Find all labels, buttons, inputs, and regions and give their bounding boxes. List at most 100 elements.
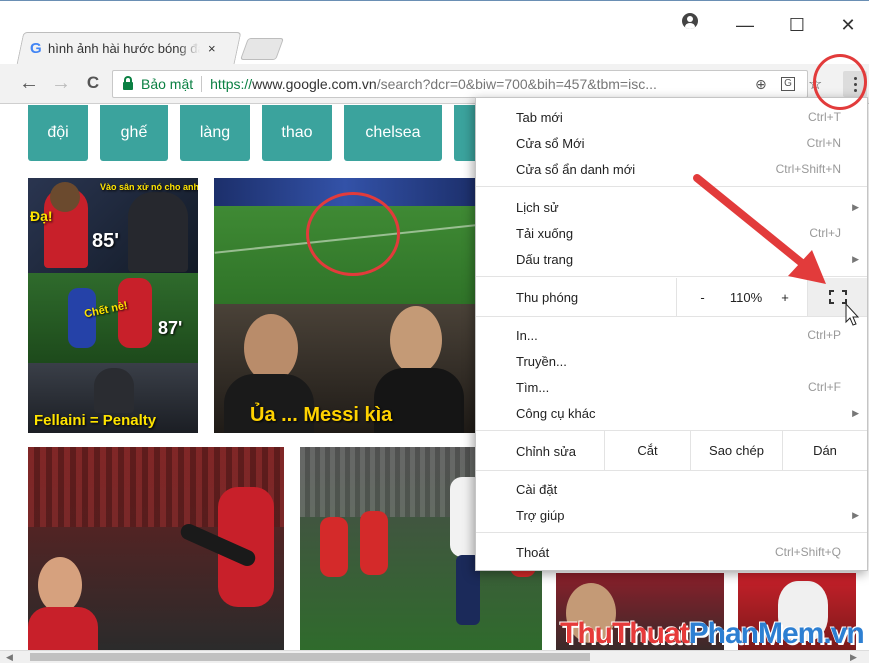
- menu-item-label: Công cụ khác: [516, 405, 596, 421]
- url-path: /search?dcr=0&biw=700&bih=457&tbm=isc...: [376, 76, 657, 92]
- menu-item-label: Dấu trang: [516, 251, 574, 267]
- menu-item-label: Lịch sử: [516, 199, 559, 215]
- menu-item-new-tab[interactable]: Tab mới Ctrl+T: [476, 104, 867, 130]
- lock-icon: [123, 76, 133, 90]
- secure-label[interactable]: Bảo mật: [141, 76, 193, 92]
- scroll-right-icon[interactable]: ▶: [850, 651, 857, 663]
- image-result[interactable]: Ủa ... Messi kìa: [214, 178, 476, 433]
- paste-label: Dán: [813, 442, 837, 458]
- zoom-in-label: +: [781, 289, 789, 305]
- menu-item-shortcut: Ctrl+T: [808, 110, 841, 124]
- meme-caption: Đạ!: [30, 208, 53, 224]
- fullscreen-button[interactable]: [807, 278, 867, 316]
- menu-item-label: Cửa sổ Mới: [516, 135, 585, 151]
- menu-zoom-row: Thu phóng - 110% +: [476, 278, 867, 316]
- menu-item-bookmarks[interactable]: Dấu trang ▶: [476, 246, 867, 272]
- meme-caption: 87': [158, 318, 183, 338]
- menu-item-label: In...: [516, 327, 538, 343]
- menu-item-label: Cửa sổ ẩn danh mới: [516, 161, 636, 177]
- tab-title: hình ảnh hài hước bóng đá: [48, 40, 200, 56]
- menu-item-find[interactable]: Tìm... Ctrl+F: [476, 374, 867, 400]
- menu-item-incognito-window[interactable]: Cửa sổ ẩn danh mới Ctrl+Shift+N: [476, 156, 867, 182]
- menu-edit-row: Chỉnh sửa Cắt Sao chép Dán: [476, 430, 867, 470]
- meme-caption: Fellaini = Penalty: [34, 412, 157, 429]
- meme-caption: Ủa ... Messi kìa: [250, 404, 393, 426]
- menu-separator: [476, 276, 867, 277]
- submenu-arrow-icon: ▶: [852, 407, 859, 418]
- menu-item-label: Cài đặt: [516, 481, 558, 497]
- menu-item-shortcut: Ctrl+Shift+Q: [774, 545, 841, 559]
- translate-icon[interactable]: G: [781, 77, 795, 91]
- submenu-arrow-icon: ▶: [852, 509, 859, 520]
- reload-button[interactable]: C: [82, 72, 104, 94]
- menu-item-shortcut: Ctrl+F: [808, 380, 841, 394]
- back-button[interactable]: ←: [18, 72, 40, 94]
- scroll-left-icon[interactable]: ◀: [6, 651, 13, 663]
- copy-label: Sao chép: [709, 442, 764, 458]
- image-result[interactable]: [28, 447, 284, 650]
- menu-separator: [476, 532, 867, 533]
- close-window-button[interactable]: ✕: [836, 15, 860, 36]
- menu-item-label: Tải xuống: [516, 225, 574, 241]
- address-separator: [201, 76, 203, 92]
- minimize-button[interactable]: —: [733, 15, 757, 36]
- menu-item-shortcut: Ctrl+J: [809, 226, 841, 240]
- watermark-logo: ThuThuatPhanMem.vn: [560, 617, 865, 650]
- scrollbar-thumb[interactable]: [30, 653, 590, 661]
- address-bar[interactable]: Bảo mật https://www.google.com.vn/search…: [112, 70, 822, 98]
- copy-button[interactable]: Sao chép: [690, 430, 782, 470]
- url-scheme: https://: [210, 76, 253, 92]
- menu-item-shortcut: Ctrl+Shift+N: [775, 162, 841, 176]
- menu-item-more-tools[interactable]: Công cụ khác ▶: [476, 400, 867, 426]
- tab-close-icon[interactable]: ×: [208, 41, 216, 56]
- submenu-arrow-icon: ▶: [852, 253, 859, 264]
- zoom-in-button[interactable]: +: [764, 278, 806, 316]
- annotation-circle: [813, 54, 867, 110]
- url-text[interactable]: https://www.google.com.vn/search?dcr=0&b…: [210, 76, 730, 92]
- horizontal-scrollbar[interactable]: ◀ ▶: [0, 650, 869, 663]
- related-chip[interactable]: đội: [28, 105, 88, 161]
- menu-item-new-window[interactable]: Cửa sổ Mới Ctrl+N: [476, 130, 867, 156]
- menu-item-label: Tìm...: [516, 379, 550, 395]
- cut-button[interactable]: Cắt: [604, 430, 690, 470]
- url-host: www.google.com.vn: [252, 76, 377, 92]
- related-chip[interactable]: làng: [180, 105, 250, 161]
- title-bar: G hình ảnh hài hước bóng đá × — ☐ ✕: [0, 0, 869, 64]
- menu-item-settings[interactable]: Cài đặt: [476, 476, 867, 502]
- image-result[interactable]: Vào sân xử nó cho anh! Đạ! 85' Chết nè! …: [28, 178, 198, 433]
- watermark-part: .vn: [823, 617, 864, 650]
- menu-separator: [476, 186, 867, 187]
- menu-item-downloads[interactable]: Tải xuống Ctrl+J: [476, 220, 867, 246]
- related-chip[interactable]: thao: [262, 105, 332, 161]
- menu-item-label: Tab mới: [516, 109, 563, 125]
- menu-item-label: Trợ giúp: [516, 507, 565, 523]
- meme-caption: Vào sân xử nó cho anh!: [100, 182, 198, 192]
- menu-separator: [476, 470, 867, 471]
- menu-item-cast[interactable]: Truyền...: [476, 348, 867, 374]
- forward-button[interactable]: →: [50, 72, 72, 94]
- profile-icon[interactable]: [682, 13, 698, 29]
- watermark-part: ThuThuat: [560, 617, 690, 650]
- new-tab-button[interactable]: [239, 38, 285, 60]
- related-chip[interactable]: ghế: [100, 105, 168, 161]
- menu-item-label: Thoát: [516, 544, 550, 560]
- submenu-arrow-icon: ▶: [852, 201, 859, 212]
- menu-item-print[interactable]: In... Ctrl+P: [476, 322, 867, 348]
- related-chip[interactable]: chelsea: [344, 105, 442, 161]
- paste-button[interactable]: Dán: [782, 430, 867, 470]
- menu-item-label: Truyền...: [516, 353, 567, 369]
- google-favicon-icon: G: [30, 39, 42, 57]
- zoom-label: Thu phóng: [516, 290, 579, 305]
- menu-item-shortcut: Ctrl+P: [807, 328, 841, 342]
- menu-item-help[interactable]: Trợ giúp ▶: [476, 502, 867, 528]
- maximize-button[interactable]: ☐: [785, 15, 809, 36]
- menu-item-exit[interactable]: Thoát Ctrl+Shift+Q: [476, 539, 867, 565]
- cut-label: Cắt: [637, 442, 658, 458]
- menu-item-shortcut: Ctrl+N: [806, 136, 841, 150]
- tab-content[interactable]: G hình ảnh hài hước bóng đá ×: [30, 37, 230, 59]
- zoom-out-label: -: [700, 289, 705, 305]
- menu-separator: [476, 316, 867, 317]
- zoom-out-button[interactable]: -: [676, 278, 728, 316]
- zoom-icon[interactable]: ⊕: [755, 76, 767, 93]
- menu-item-history[interactable]: Lịch sử ▶: [476, 194, 867, 220]
